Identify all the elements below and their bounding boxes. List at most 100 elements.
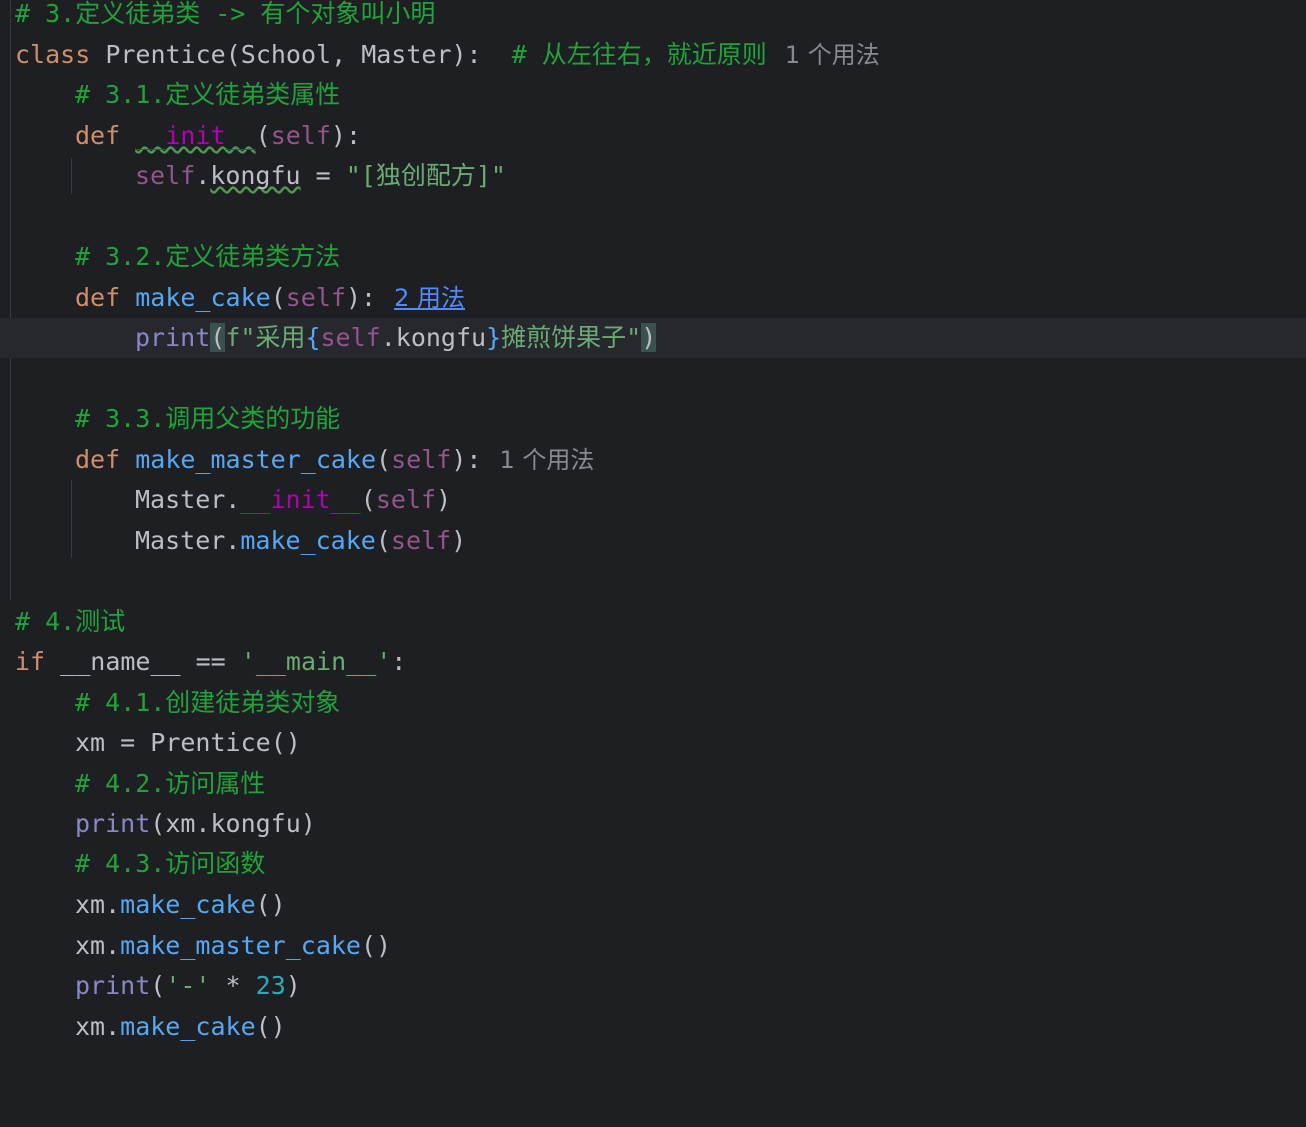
- code-line[interactable]: # 4.测试: [0, 602, 1306, 642]
- code-line[interactable]: # 4.3.访问函数: [0, 844, 1306, 884]
- code-line[interactable]: # 3.3.调用父类的功能: [0, 399, 1306, 439]
- paren: (: [360, 485, 376, 514]
- class-signature: Prentice(School, Master):: [90, 40, 512, 69]
- method-name: make_master_cake: [135, 445, 377, 474]
- code-line[interactable]: self.kongfu = "[独创配方]": [0, 156, 1306, 196]
- paren-colon: ):: [330, 121, 362, 150]
- code-line[interactable]: xm.make_master_cake(): [0, 926, 1306, 966]
- builtin-function: print: [75, 971, 151, 1000]
- builtin-function: print: [135, 323, 211, 352]
- paren-colon: ):: [451, 445, 482, 474]
- string-literal: '__main__': [240, 647, 392, 676]
- code-line[interactable]: xm.make_cake(): [0, 885, 1306, 925]
- comment: # 3.1.定义徒弟类属性: [75, 80, 341, 109]
- comment: # 从左往右，就近原则: [511, 40, 767, 69]
- comment: # 4.2.访问属性: [75, 769, 266, 798]
- paren: (: [270, 283, 286, 312]
- comment: # 3.2.定义徒弟类方法: [75, 242, 341, 271]
- code-line[interactable]: # 3.定义徒弟类 -> 有个对象叫小明: [0, 0, 1306, 34]
- method-name: make_cake: [135, 283, 271, 312]
- paren: (: [150, 971, 166, 1000]
- self-param: self: [270, 121, 331, 150]
- number-literal: 23: [255, 971, 286, 1000]
- paren: (: [255, 121, 271, 150]
- fstring-part: f"采用: [225, 323, 306, 352]
- usages-link[interactable]: 2 用法: [394, 284, 465, 312]
- code-line[interactable]: def __init__(self):: [0, 116, 1306, 156]
- string-literal: '-': [165, 971, 211, 1000]
- operator: *: [210, 971, 256, 1000]
- code-line[interactable]: # 4.1.创建徒弟类对象: [0, 683, 1306, 723]
- code-editor[interactable]: # 3.定义徒弟类 -> 有个对象叫小明 class Prentice(Scho…: [0, 0, 1306, 1048]
- method-call: __init__: [240, 485, 361, 514]
- method-name: __init__: [135, 121, 256, 150]
- keyword: def: [75, 445, 121, 474]
- fstring-part: 摊煎饼果子": [501, 323, 642, 352]
- object-ref: xm.: [75, 890, 121, 919]
- usage-hint[interactable]: 1 个用法: [499, 446, 594, 474]
- method-call: make_master_cake: [120, 931, 361, 960]
- code-line[interactable]: # 3.2.定义徒弟类方法: [0, 237, 1306, 277]
- call-args: (xm.kongfu): [150, 809, 316, 838]
- code-line[interactable]: Master.__init__(self): [0, 480, 1306, 520]
- current-line[interactable]: print(f"采用{self.kongfu}摊煎饼果子"): [0, 318, 1306, 358]
- code-line[interactable]: xm = Prentice(): [0, 723, 1306, 763]
- comment: # 3.3.调用父类的功能: [75, 404, 341, 433]
- self-ref: self: [320, 323, 381, 352]
- paren: (): [270, 728, 301, 757]
- keyword: def: [75, 283, 121, 312]
- self-arg: self: [390, 526, 452, 555]
- string-literal: "[独创配方]": [345, 161, 506, 190]
- matched-paren: (: [210, 323, 226, 352]
- keyword: if: [15, 647, 46, 676]
- matched-paren: ): [641, 323, 657, 352]
- code-line[interactable]: Master.make_cake(self): [0, 521, 1306, 561]
- builtin-function: print: [75, 809, 151, 838]
- self-arg: self: [375, 485, 437, 514]
- attribute: .kongfu: [380, 323, 487, 352]
- code-line[interactable]: # 4.2.访问属性: [0, 764, 1306, 804]
- paren: (): [255, 1012, 286, 1041]
- paren: (: [375, 526, 391, 555]
- method-call: make_cake: [240, 526, 376, 555]
- paren-colon: ):: [345, 283, 377, 312]
- paren: (: [376, 445, 392, 474]
- code-line[interactable]: def make_master_cake(self): 1 个用法: [0, 440, 1306, 480]
- code-line[interactable]: class Prentice(School, Master): # 从左往右，就…: [0, 35, 1306, 75]
- paren: ): [451, 526, 467, 555]
- comment: # 4.3.访问函数: [75, 849, 266, 878]
- code-line[interactable]: # 3.1.定义徒弟类属性: [0, 75, 1306, 115]
- paren: (): [360, 931, 392, 960]
- class-ref: Master.: [135, 485, 241, 514]
- expression: __name__ ==: [45, 647, 241, 676]
- fstring-brace: }: [486, 323, 502, 352]
- attribute: kongfu: [210, 161, 301, 190]
- code-line[interactable]: if __name__ == '__main__':: [0, 642, 1306, 682]
- comment: # 3.定义徒弟类 -> 有个对象叫小明: [15, 0, 436, 28]
- code-line[interactable]: print(xm.kongfu): [0, 804, 1306, 844]
- self-param: self: [391, 445, 452, 474]
- paren: ): [285, 971, 301, 1000]
- class-call: Prentice: [150, 728, 271, 757]
- class-ref: Master.: [135, 526, 241, 555]
- code-line[interactable]: print('-' * 23): [0, 966, 1306, 1006]
- method-call: make_cake: [120, 890, 256, 919]
- object-ref: xm.: [75, 1012, 121, 1041]
- self-ref: self: [135, 161, 196, 190]
- keyword: def: [75, 121, 121, 150]
- paren: (): [255, 890, 286, 919]
- keyword: class: [15, 40, 91, 69]
- self-param: self: [285, 283, 346, 312]
- assignment: xm =: [75, 728, 151, 757]
- colon: :: [391, 647, 407, 676]
- dot: .: [195, 161, 211, 190]
- operator: =: [300, 161, 346, 190]
- fstring-brace: {: [305, 323, 321, 352]
- comment: # 4.1.创建徒弟类对象: [75, 688, 341, 717]
- paren: ): [436, 485, 452, 514]
- object-ref: xm.: [75, 931, 121, 960]
- code-line[interactable]: xm.make_cake(): [0, 1007, 1306, 1047]
- comment: # 4.测试: [15, 607, 126, 636]
- code-line[interactable]: def make_cake(self): 2 用法: [0, 278, 1306, 318]
- usage-hint[interactable]: 1 个用法: [785, 41, 880, 69]
